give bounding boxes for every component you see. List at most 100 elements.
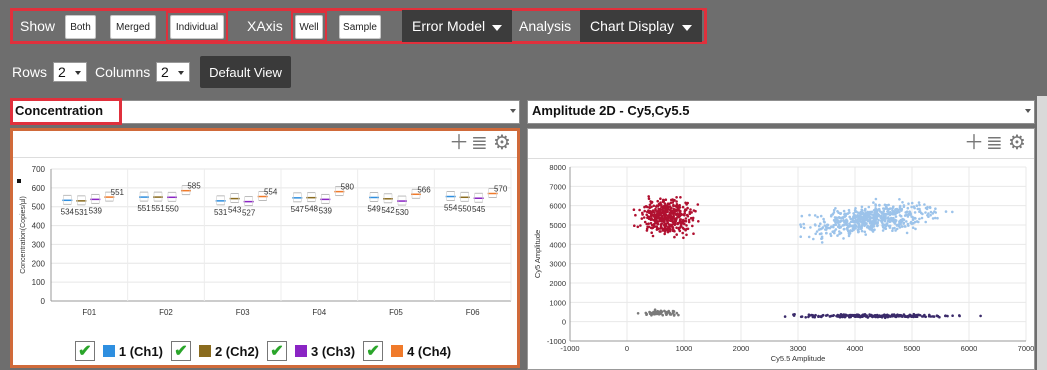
scatter-point [792, 313, 795, 316]
scatter-point [837, 224, 841, 227]
list-icon[interactable]: ≣ [986, 133, 1003, 153]
scatter-point [860, 208, 863, 211]
ch4-legend-label: 4 (Ch4) [407, 343, 452, 359]
scatter-point [816, 215, 819, 219]
scatter-point [869, 213, 872, 216]
scatter-point [783, 315, 787, 318]
show-merged-button[interactable]: Merged [110, 15, 156, 39]
chart-display-dropdown[interactable]: Chart Display [580, 10, 702, 42]
scatter-point [670, 198, 673, 202]
rows-value: 2 [58, 64, 66, 80]
xaxis-sample-button[interactable]: Sample [339, 15, 381, 39]
scatter-point [918, 217, 921, 221]
scatter-point [848, 230, 852, 233]
scatter-point [894, 208, 897, 211]
gear-icon[interactable]: ⚙ [1008, 133, 1026, 153]
scatter-point [894, 215, 898, 218]
error-model-dropdown[interactable]: Error Model [402, 10, 512, 42]
chart-display-label: Chart Display [590, 18, 675, 34]
x-axis-label: Cy5.5 Amplitude [771, 354, 826, 363]
scatter-point [887, 208, 890, 211]
scatter-point [905, 231, 909, 235]
right-panel-title-select[interactable]: Amplitude 2D - Cy5,Cy5.5 [527, 100, 1035, 124]
scatter-point [807, 313, 811, 316]
scatter-point [650, 205, 653, 209]
scatter-point [839, 216, 843, 220]
scatter-point [654, 207, 657, 211]
y-tick-label: 300 [32, 240, 46, 249]
ch4-checkbox[interactable]: ✔ [363, 341, 384, 361]
show-individual-button[interactable]: Individual [170, 15, 224, 39]
scatter-point [845, 221, 848, 225]
columns-select[interactable]: 2 [156, 62, 190, 82]
scatter-point [819, 222, 822, 225]
divider [13, 157, 517, 158]
scatter-point [814, 232, 817, 236]
data-label: 549 [367, 204, 381, 213]
scatter-point [663, 223, 666, 226]
scatter-point [691, 216, 695, 220]
scatter-point [888, 220, 891, 224]
ch2-checkbox[interactable]: ✔ [170, 341, 191, 361]
scatter-point [835, 216, 838, 219]
right-panel: ＋ ≣ ⚙ -1000 0 1000 2000 3000 4000 5000 6000 7000… [527, 128, 1035, 370]
rows-select[interactable]: 2 [53, 62, 87, 82]
ch1-checkbox[interactable]: ✔ [74, 341, 95, 361]
scatter-point [869, 314, 872, 317]
scatter-point [928, 205, 932, 209]
scatter-point [666, 210, 669, 214]
scatter-point [829, 214, 833, 218]
data-label: 531 [75, 208, 89, 217]
scatter-point [854, 207, 857, 210]
x-tick-label: F04 [312, 308, 326, 317]
scatter-point [883, 207, 887, 210]
scatter-point [895, 227, 899, 231]
scatter-point [672, 220, 675, 224]
data-label: 539 [89, 206, 103, 215]
scatter-point [648, 203, 652, 207]
x-tick-label: 6000 [961, 344, 978, 353]
scatter-point [878, 204, 881, 207]
scatter-point [825, 225, 828, 229]
scatter-point [807, 235, 811, 239]
scatter-point [652, 204, 656, 208]
data-label: 527 [242, 209, 256, 218]
plus-icon[interactable]: ＋ [964, 133, 984, 153]
x-tick-label: 2000 [733, 344, 750, 353]
scatter-point [839, 314, 842, 317]
left-panel-toolbar: ＋ ≣ ⚙ [13, 131, 517, 155]
scatter-point [850, 314, 854, 317]
scatter-point [902, 204, 906, 207]
scatter-point [860, 205, 864, 209]
scatter-point [951, 210, 954, 214]
scatter-point [647, 197, 651, 200]
scatter-point [906, 222, 910, 226]
scatter-point [684, 208, 687, 211]
scatter-point [645, 312, 648, 316]
scatter-point [825, 231, 828, 235]
xaxis-well-button[interactable]: Well [295, 15, 323, 39]
scatter-point [685, 227, 688, 231]
scatter-point [659, 311, 662, 314]
scatter-point [915, 314, 918, 317]
ch3-checkbox[interactable]: ✔ [267, 341, 287, 361]
data-label: 566 [417, 185, 431, 194]
scatter-point [664, 312, 668, 315]
ch4-swatch [391, 345, 404, 357]
scatter-point [917, 220, 920, 224]
scatter-point [659, 210, 662, 213]
scatter-point [685, 203, 688, 206]
scatter-point [874, 203, 877, 206]
scatter-point [854, 218, 857, 222]
scatter-point [904, 314, 907, 318]
list-icon[interactable]: ≣ [471, 133, 488, 153]
scatter-point [685, 213, 689, 217]
plus-icon[interactable]: ＋ [449, 133, 469, 153]
scatter-point [933, 210, 936, 213]
vertical-scrollbar[interactable] [1037, 96, 1047, 370]
default-view-button[interactable]: Default View [200, 56, 291, 88]
scatter-point [671, 201, 674, 204]
gear-icon[interactable]: ⚙ [493, 133, 511, 153]
ch2-swatch [198, 345, 211, 357]
show-both-button[interactable]: Both [65, 15, 96, 39]
